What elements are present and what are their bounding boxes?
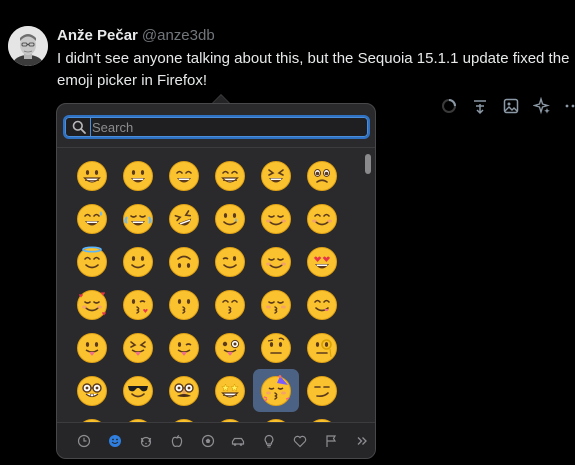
emoji-cell[interactable] bbox=[115, 197, 161, 240]
emoji-cell[interactable] bbox=[69, 283, 115, 326]
ball-icon bbox=[201, 434, 214, 447]
heart-icon bbox=[293, 435, 307, 447]
clock-icon bbox=[78, 434, 91, 447]
category-tab-smileys[interactable] bbox=[100, 429, 131, 453]
loading-spinner-icon bbox=[440, 97, 458, 115]
emoji-cell[interactable] bbox=[253, 326, 299, 369]
emoji-cell[interactable] bbox=[299, 326, 345, 369]
emoji-cell[interactable] bbox=[115, 326, 161, 369]
chevrons-right-icon bbox=[357, 436, 367, 445]
emoji-cell[interactable] bbox=[161, 154, 207, 197]
emoji-cell[interactable] bbox=[207, 283, 253, 326]
flag-icon bbox=[326, 434, 336, 447]
category-tab-food[interactable] bbox=[161, 429, 192, 453]
author-handle[interactable]: @anze3db bbox=[142, 27, 215, 44]
emoji-scrollbar[interactable] bbox=[365, 154, 371, 174]
category-tab-travel[interactable] bbox=[223, 429, 254, 453]
emoji-cell[interactable] bbox=[207, 326, 253, 369]
emoji-cell[interactable] bbox=[115, 240, 161, 283]
post-author: Anže Pečar @anze3db bbox=[57, 27, 215, 45]
category-tab-symbols[interactable] bbox=[285, 429, 316, 453]
emoji-cell[interactable] bbox=[299, 240, 345, 283]
emoji-cell[interactable] bbox=[207, 154, 253, 197]
more-icon[interactable] bbox=[564, 97, 575, 115]
author-display-name[interactable]: Anže Pečar bbox=[57, 27, 138, 44]
search-icon bbox=[72, 120, 86, 134]
emoji-cell[interactable] bbox=[253, 154, 299, 197]
emoji-cell[interactable] bbox=[299, 369, 345, 412]
emoji-cell[interactable] bbox=[161, 326, 207, 369]
emoji-grid-area bbox=[57, 148, 375, 426]
emoji-picker bbox=[56, 103, 376, 459]
emoji-cell[interactable] bbox=[69, 369, 115, 412]
emoji-category-bar bbox=[57, 422, 375, 458]
apple-icon bbox=[171, 434, 182, 447]
emoji-cell[interactable] bbox=[253, 283, 299, 326]
emoji-cell[interactable] bbox=[299, 154, 345, 197]
image-icon[interactable] bbox=[502, 97, 520, 115]
category-tab-recent[interactable] bbox=[69, 429, 100, 453]
car-icon bbox=[232, 437, 245, 446]
emoji-cell[interactable] bbox=[207, 240, 253, 283]
category-tab-objects[interactable] bbox=[254, 429, 285, 453]
emoji-search-box bbox=[63, 115, 370, 139]
dog-icon bbox=[140, 436, 152, 447]
emoji-cell[interactable] bbox=[161, 197, 207, 240]
emoji-grid bbox=[69, 154, 345, 426]
emoji-cell[interactable] bbox=[207, 369, 253, 412]
emoji-cell[interactable] bbox=[69, 197, 115, 240]
emoji-cell[interactable] bbox=[69, 154, 115, 197]
smiley-icon bbox=[109, 434, 122, 447]
emoji-cell[interactable] bbox=[161, 283, 207, 326]
post-text: I didn't see anyone talking about this, … bbox=[57, 50, 570, 89]
emoji-cell[interactable] bbox=[299, 197, 345, 240]
category-tab-activity[interactable] bbox=[192, 429, 223, 453]
emoji-cell[interactable] bbox=[161, 240, 207, 283]
emoji-cell[interactable] bbox=[69, 240, 115, 283]
category-tab-more[interactable] bbox=[346, 429, 375, 453]
sparkle-icon[interactable] bbox=[533, 97, 551, 115]
emoji-cell[interactable] bbox=[207, 197, 253, 240]
emoji-cell[interactable] bbox=[253, 197, 299, 240]
emoji-search-input[interactable] bbox=[90, 117, 350, 137]
emoji-cell[interactable] bbox=[253, 369, 299, 412]
emoji-cell[interactable] bbox=[161, 369, 207, 412]
avatar[interactable] bbox=[8, 26, 48, 66]
poll-icon[interactable] bbox=[471, 97, 489, 115]
category-tab-animals[interactable] bbox=[131, 429, 162, 453]
emoji-cell[interactable] bbox=[253, 240, 299, 283]
emoji-cell[interactable] bbox=[115, 283, 161, 326]
emoji-cell[interactable] bbox=[69, 326, 115, 369]
lightbulb-icon bbox=[264, 434, 274, 448]
emoji-cell[interactable] bbox=[115, 369, 161, 412]
category-tab-flags[interactable] bbox=[315, 429, 346, 453]
composer-toolbar bbox=[440, 97, 575, 115]
emoji-cell[interactable] bbox=[115, 154, 161, 197]
emoji-cell[interactable] bbox=[299, 283, 345, 326]
